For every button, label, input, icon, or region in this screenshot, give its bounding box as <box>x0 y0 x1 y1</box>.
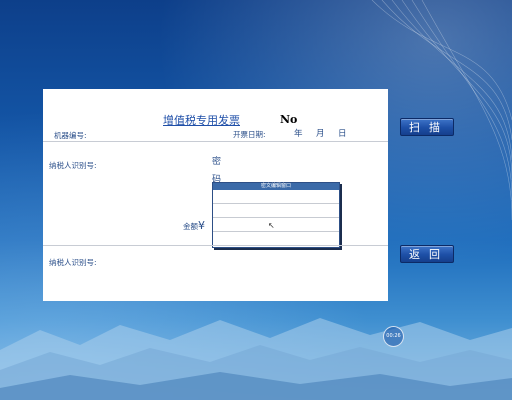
countdown-timer: 00:26 <box>383 326 404 347</box>
back-button[interactable]: 返回 <box>400 245 454 263</box>
cipher-row-4[interactable] <box>213 232 339 246</box>
yen-symbol: ¥ <box>198 219 205 232</box>
cipher-window-title: 密文编辑窗口 <box>213 183 339 190</box>
scan-button[interactable]: 扫描 <box>400 118 454 136</box>
cipher-row-2[interactable] <box>213 204 339 218</box>
cipher-row-1[interactable] <box>213 190 339 204</box>
invoice-number-label: No <box>280 113 298 126</box>
cipher-char-mi: 密 <box>212 157 222 167</box>
cipher-edit-window[interactable]: 密文编辑窗口 ↖ <box>212 182 340 248</box>
month-label: 月 <box>316 129 325 139</box>
machine-number-label: 机器编号: <box>54 131 87 140</box>
cipher-row-3[interactable] <box>213 218 339 232</box>
issue-date-label: 开票日期: <box>233 130 266 139</box>
day-label: 日 <box>338 129 347 139</box>
year-label: 年 <box>294 129 303 139</box>
amount-label: 金额¥ <box>183 219 205 232</box>
invoice-panel: 增值税专用发票 No 机器编号: 开票日期: 年 月 日 纳税人识别号: 密 码… <box>43 89 388 301</box>
taxpayer-id-label-seller: 纳税人识别号: <box>49 258 97 267</box>
divider-top <box>43 141 388 142</box>
invoice-title: 增值税专用发票 <box>163 114 240 127</box>
divider-bottom <box>43 245 388 246</box>
mountain-landscape <box>0 318 512 400</box>
taxpayer-id-label-buyer: 纳税人识别号: <box>49 161 97 170</box>
mouse-cursor-icon: ↖ <box>268 221 275 230</box>
